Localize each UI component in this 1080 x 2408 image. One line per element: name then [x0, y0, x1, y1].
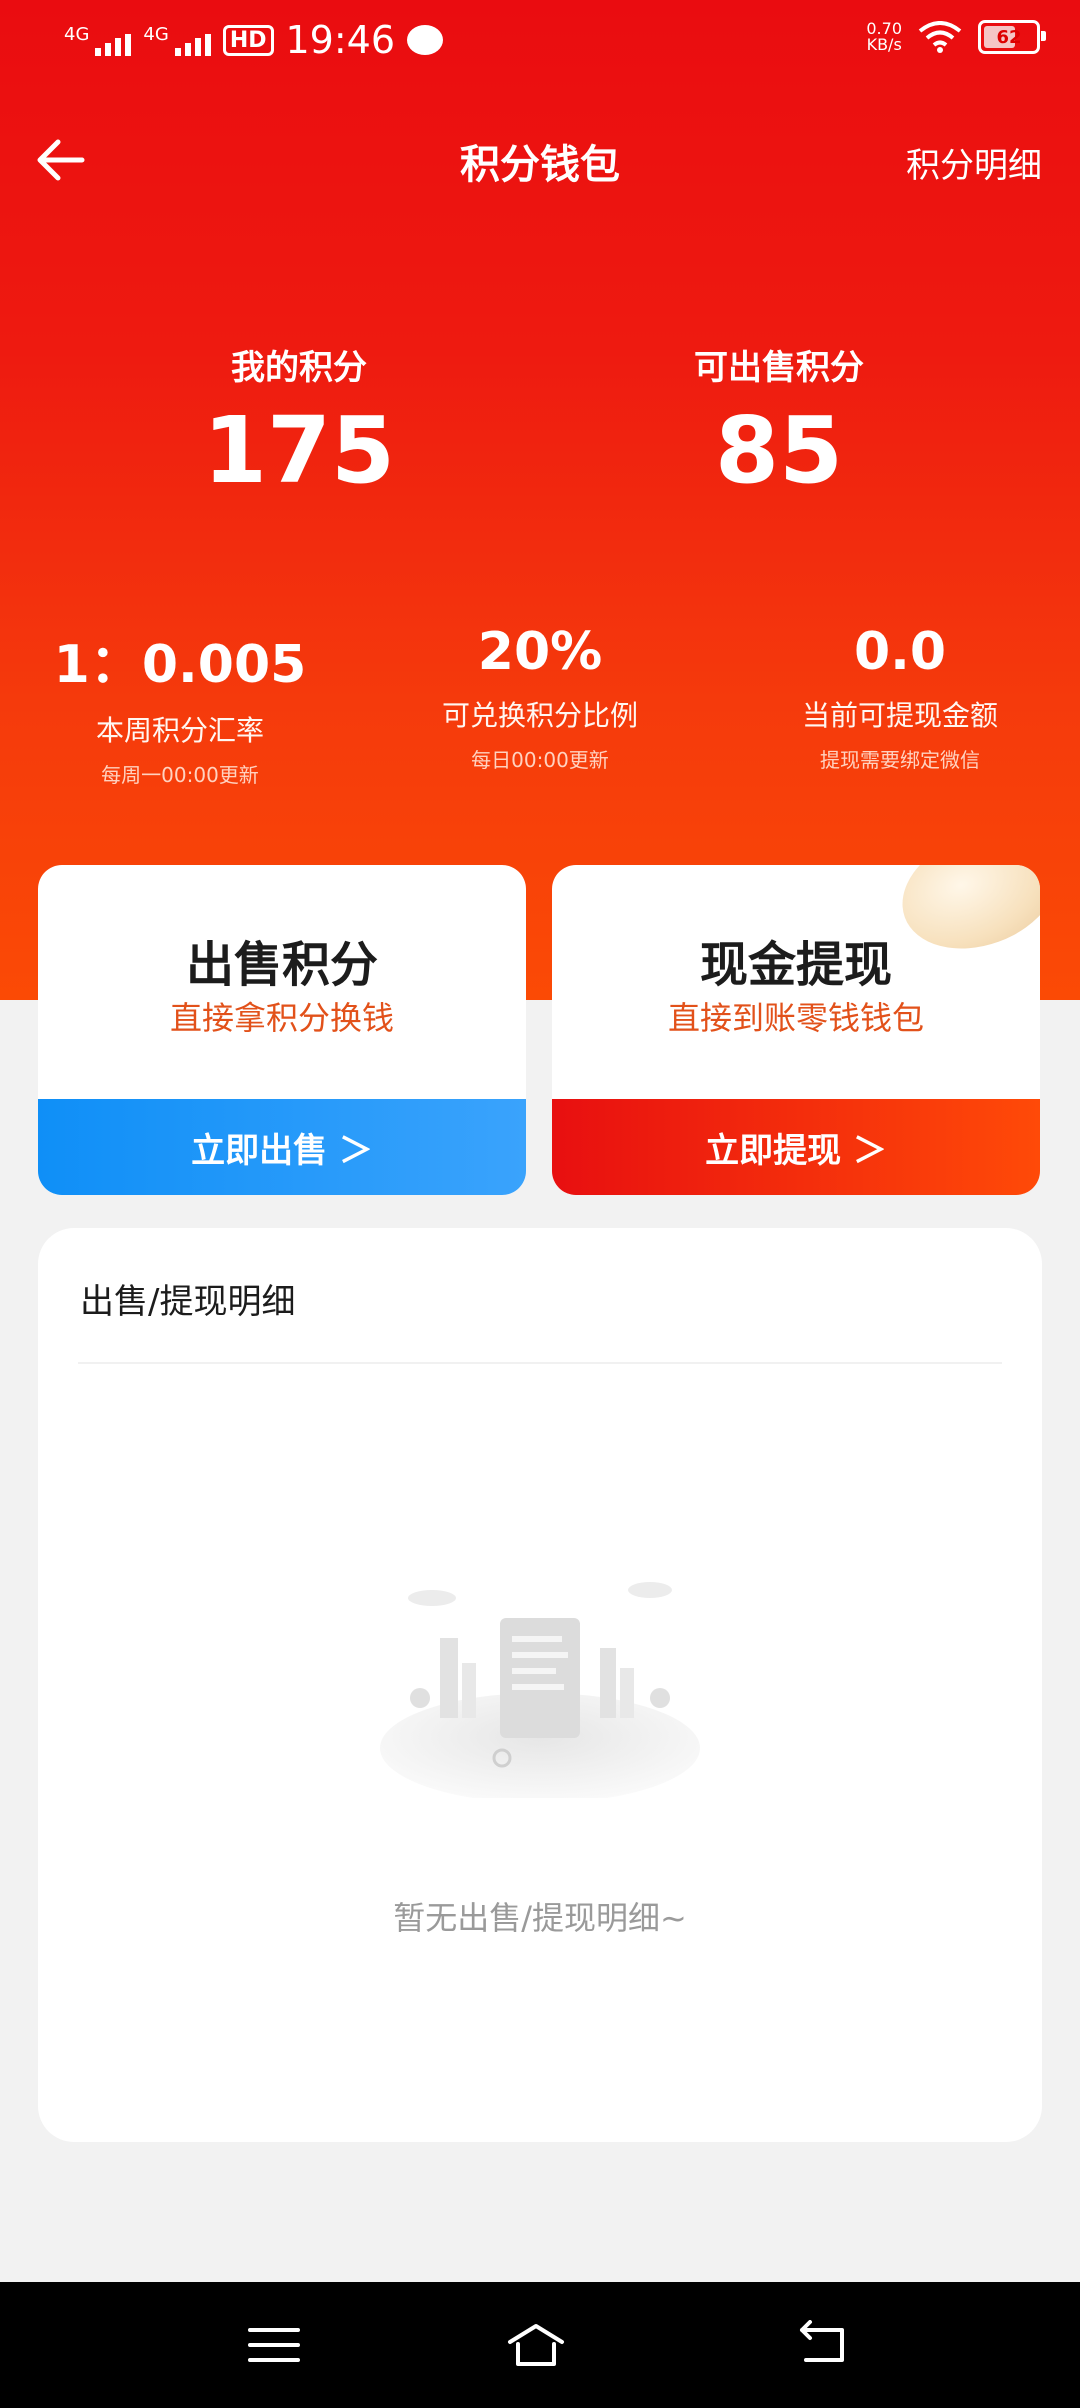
stat-value: 1：0.005	[53, 635, 307, 695]
sellable-points-value: 85	[714, 397, 844, 504]
hd-voice-badge: HD	[222, 24, 274, 56]
details-title: 出售/提现明细	[80, 1282, 296, 1322]
stat-value: 20%	[477, 622, 603, 682]
stat-label: 本周积分汇率	[95, 714, 264, 747]
wechat-notification-icon	[407, 25, 444, 55]
network-speed: 0.70 KB/s	[866, 21, 902, 53]
back-nav-icon[interactable]	[794, 2320, 854, 2370]
stat-note: 每日00:00更新	[471, 748, 609, 772]
battery-level: 62	[996, 26, 1022, 48]
stat-note: 每周一00:00更新	[101, 763, 259, 787]
wifi-icon	[918, 21, 962, 53]
status-left: 4G 4G HD 19:46	[64, 18, 444, 62]
battery-icon: 62	[978, 20, 1046, 54]
stat-value: 0.0	[853, 622, 947, 682]
speed-unit: KB/s	[866, 35, 902, 54]
system-navigation-bar	[0, 2282, 1080, 2408]
signal-2-icon: 4G	[143, 24, 211, 56]
signal-1-icon: 4G	[64, 24, 132, 56]
stat-withdrawable-amount: 0.0 当前可提现金额 提现需要绑定微信	[720, 622, 1080, 773]
network-type-1: 4G	[64, 24, 90, 45]
points-detail-link[interactable]: 积分明细	[906, 138, 1042, 187]
sell-now-button[interactable]: 立即出售 ＞	[38, 1099, 526, 1195]
home-icon[interactable]	[506, 2320, 566, 2370]
sell-card-subtitle: 直接拿积分换钱	[169, 999, 394, 1037]
stat-label: 当前可提现金额	[801, 699, 998, 732]
status-bar: 4G 4G HD 19:46 0.70 KB/s 62	[0, 0, 1080, 84]
sellable-points: 可出售积分 85	[599, 340, 959, 504]
sellable-points-label: 可出售积分	[694, 348, 864, 388]
menu-icon[interactable]	[244, 2320, 304, 2370]
sell-card-title: 出售积分	[185, 937, 378, 993]
stat-exchange-rate: 1：0.005 本周积分汇率 每周一00:00更新	[0, 622, 360, 788]
withdraw-card-title: 现金提现	[699, 937, 892, 993]
status-time: 19:46	[285, 18, 396, 62]
stat-label: 可兑换积分比例	[441, 699, 638, 732]
stat-note: 提现需要绑定微信	[820, 748, 980, 772]
my-points-label: 我的积分	[231, 348, 367, 388]
network-type-2: 4G	[143, 24, 169, 45]
cash-withdraw-card[interactable]: 现金提现 直接到账零钱钱包 立即提现 ＞	[552, 865, 1040, 1195]
empty-state-text: 暂无出售/提现明细~	[393, 1899, 687, 1937]
transaction-details-panel: 出售/提现明细 暂无出售/提现明细~	[38, 1228, 1042, 2142]
my-points: 我的积分 175	[119, 340, 479, 504]
my-points-value: 175	[202, 397, 396, 504]
withdraw-card-subtitle: 直接到账零钱钱包	[667, 999, 924, 1037]
withdraw-now-button[interactable]: 立即提现 ＞	[552, 1099, 1040, 1195]
divider	[78, 1362, 1002, 1364]
empty-state-illustration	[380, 1582, 700, 1798]
stat-exchange-ratio: 20% 可兑换积分比例 每日00:00更新	[360, 622, 720, 773]
nav-bar: 积分钱包 积分明细	[0, 120, 1080, 200]
status-right: 0.70 KB/s 62	[866, 20, 1046, 54]
sell-points-card[interactable]: 出售积分 直接拿积分换钱 立即出售 ＞	[38, 865, 526, 1195]
